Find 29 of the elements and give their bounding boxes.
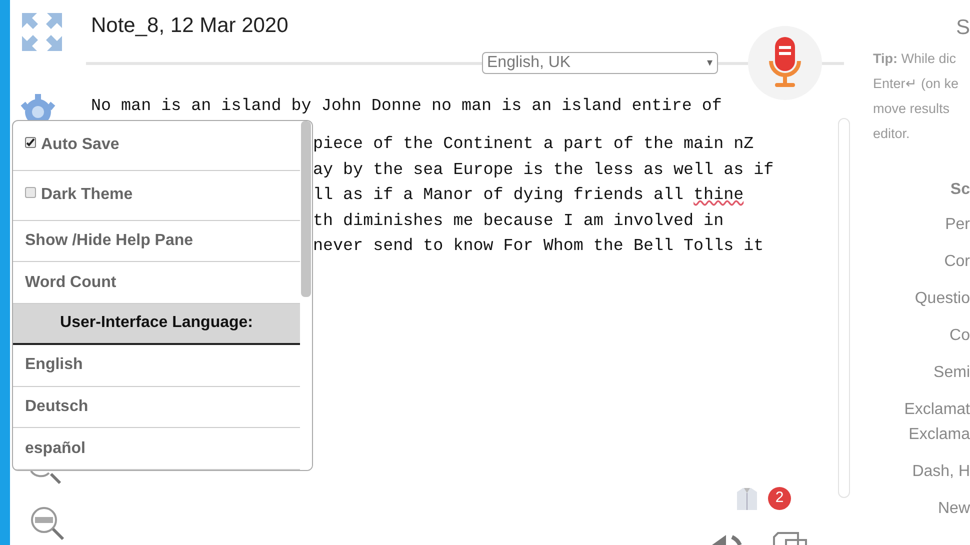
help-command: Questio — [914, 289, 970, 309]
help-heading: S — [956, 15, 970, 41]
notification-badge: 2 — [768, 487, 791, 510]
help-subheading: Sc — [950, 180, 970, 200]
note-title: Note_8, 12 Mar 2020 — [91, 13, 288, 40]
help-command: Exclamat Exclama — [904, 400, 970, 445]
scroll-thumb[interactable] — [301, 121, 312, 297]
checkbox[interactable] — [25, 186, 36, 198]
help-command: Co — [950, 326, 970, 346]
help-command: Semi — [934, 363, 970, 383]
checkbox[interactable] — [25, 137, 36, 148]
fullscreen-icon[interactable] — [22, 13, 62, 51]
editor-text: ay by the sea Europe is the less as well as if — [313, 160, 775, 182]
editor-text: never send to know For Whom the Bell Tolls it — [313, 236, 765, 258]
shirt-icon[interactable] — [737, 488, 757, 510]
language-dropdown[interactable]: English, UK ▾ — [482, 52, 718, 74]
editor-text: ll as if a Manor of dying friends all thine — [313, 185, 745, 207]
help-command: Per — [945, 215, 970, 235]
copy-icon[interactable] — [772, 532, 808, 545]
help-tip: Tip: While dic Enter↵ (on ke move results editor. — [873, 50, 960, 143]
editor-text: No man is an island by John Donne no man is an island entire of — [91, 97, 723, 117]
help-command: Dash, H — [912, 462, 970, 482]
caret-icon: ▾ — [707, 54, 713, 72]
menu-section-header: User-Interface Language: — [13, 304, 300, 345]
zoom-out-icon[interactable] — [29, 505, 67, 541]
editor-text: th diminishes me because I am involved in — [313, 210, 725, 232]
editor-text: piece of the Continent a part of the main nZ — [313, 134, 755, 156]
help-command: Cor — [944, 252, 970, 272]
help-command: New — [938, 499, 970, 519]
